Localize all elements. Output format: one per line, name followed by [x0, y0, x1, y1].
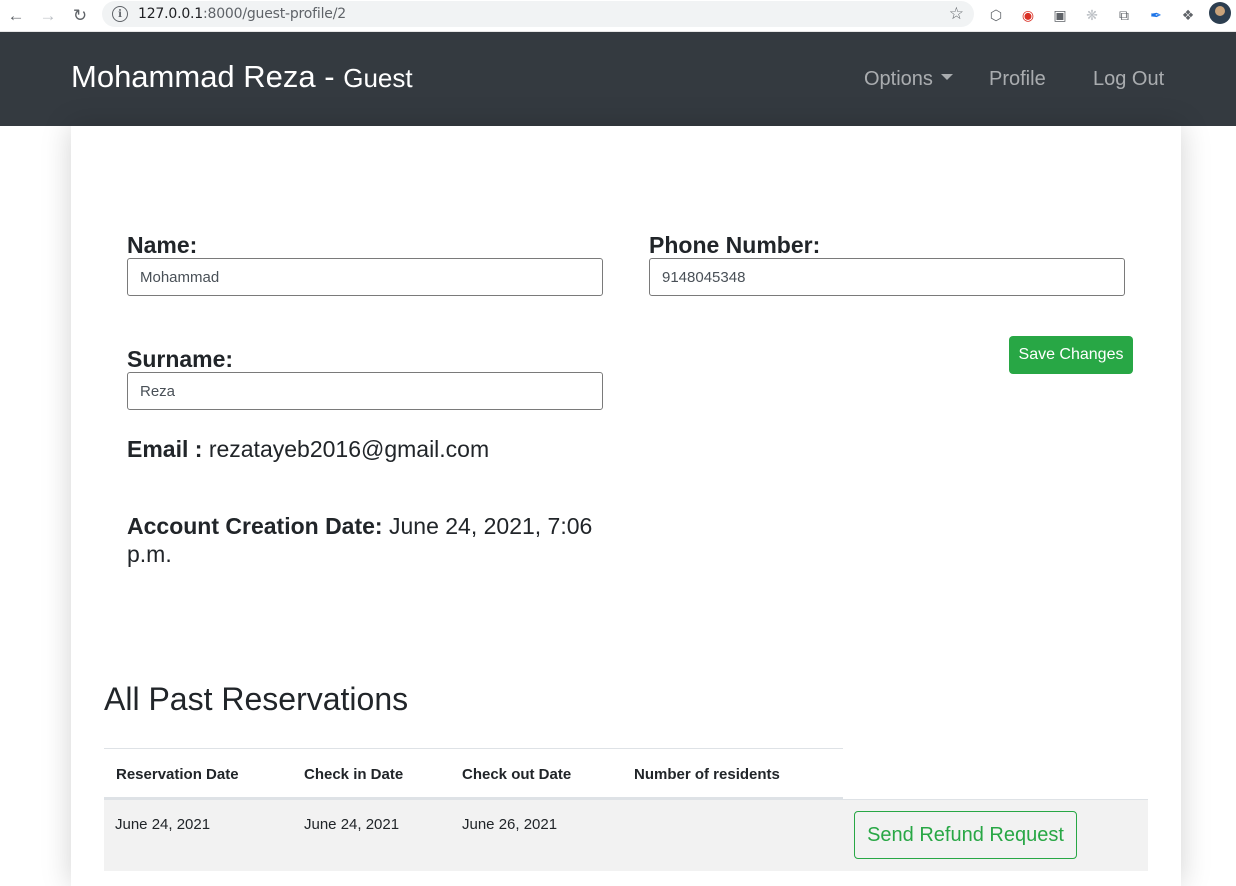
navbar: Mohammad Reza - Guest Options Profile Lo… — [0, 32, 1236, 126]
brand-separator: - — [315, 59, 344, 94]
column-header-check-in: Check in Date — [304, 766, 404, 783]
cell-reservation-date: June 24, 2021 — [115, 816, 211, 833]
brand-name: Mohammad Reza — [71, 59, 316, 94]
caret-down-icon — [940, 73, 953, 80]
profile-card: Name: Phone Number: Surname: Save Change… — [71, 126, 1181, 886]
brand-role: Guest — [343, 63, 413, 93]
profile-link[interactable]: Profile — [989, 68, 1046, 91]
extensions-puzzle-icon[interactable]: ❖ — [1178, 4, 1198, 26]
phone-label: Phone Number: — [649, 232, 821, 258]
reload-icon[interactable]: ↻ — [68, 4, 92, 28]
column-header-reservation-date: Reservation Date — [116, 766, 239, 783]
address-bar[interactable]: i 127.0.0.1:8000/guest-profile/2 ☆ — [102, 1, 974, 27]
bookmark-star-icon[interactable]: ☆ — [949, 4, 964, 24]
options-label: Options — [864, 68, 933, 90]
reservations-title: All Past Reservations — [104, 681, 409, 717]
name-input[interactable] — [127, 258, 603, 296]
extension-loader-icon[interactable]: ❋ — [1082, 4, 1102, 26]
forward-arrow-icon[interactable]: → — [36, 4, 60, 28]
site-info-icon[interactable]: i — [112, 6, 128, 22]
extension-cube-icon[interactable]: ⬡ — [986, 4, 1006, 26]
navbar-brand[interactable]: Mohammad Reza - Guest — [71, 59, 413, 95]
extension-copy-icon[interactable]: ⧉ — [1114, 4, 1134, 26]
send-refund-request-button[interactable]: Send Refund Request — [854, 811, 1077, 859]
email-label: Email : — [127, 436, 203, 462]
creation-date-label: Account Creation Date: — [127, 513, 383, 539]
surname-input[interactable] — [127, 372, 603, 410]
browser-toolbar: ← → ↻ i 127.0.0.1:8000/guest-profile/2 ☆… — [0, 0, 1236, 32]
table-top-border — [104, 748, 843, 749]
url-host: 127.0.0.1 — [138, 6, 203, 22]
extension-facebook-icon[interactable]: ▣ — [1050, 4, 1070, 26]
profile-avatar[interactable] — [1209, 2, 1231, 24]
cell-check-out: June 26, 2021 — [462, 816, 558, 833]
back-arrow-icon[interactable]: ← — [4, 4, 28, 28]
column-header-residents: Number of residents — [634, 766, 780, 783]
surname-label: Surname: — [127, 346, 234, 372]
column-header-check-out: Check out Date — [462, 766, 572, 783]
email-line: Email : rezatayeb2016@gmail.com — [127, 436, 489, 463]
url-text: 127.0.0.1:8000/guest-profile/2 — [138, 6, 346, 22]
email-value: rezatayeb2016@gmail.com — [208, 436, 490, 462]
phone-input[interactable] — [649, 258, 1125, 296]
logout-link[interactable]: Log Out — [1093, 68, 1164, 91]
extension-record-icon[interactable]: ◉ — [1018, 4, 1038, 26]
creation-date-line: Account Creation Date: June 24, 2021, 7:… — [127, 512, 607, 568]
options-dropdown[interactable]: Options — [864, 68, 953, 91]
extension-pen-icon[interactable]: ✒ — [1146, 4, 1166, 26]
url-path: :8000/guest-profile/2 — [203, 6, 346, 22]
name-label: Name: — [127, 232, 198, 258]
cell-check-in: June 24, 2021 — [304, 816, 400, 833]
save-changes-button[interactable]: Save Changes — [1009, 336, 1133, 374]
